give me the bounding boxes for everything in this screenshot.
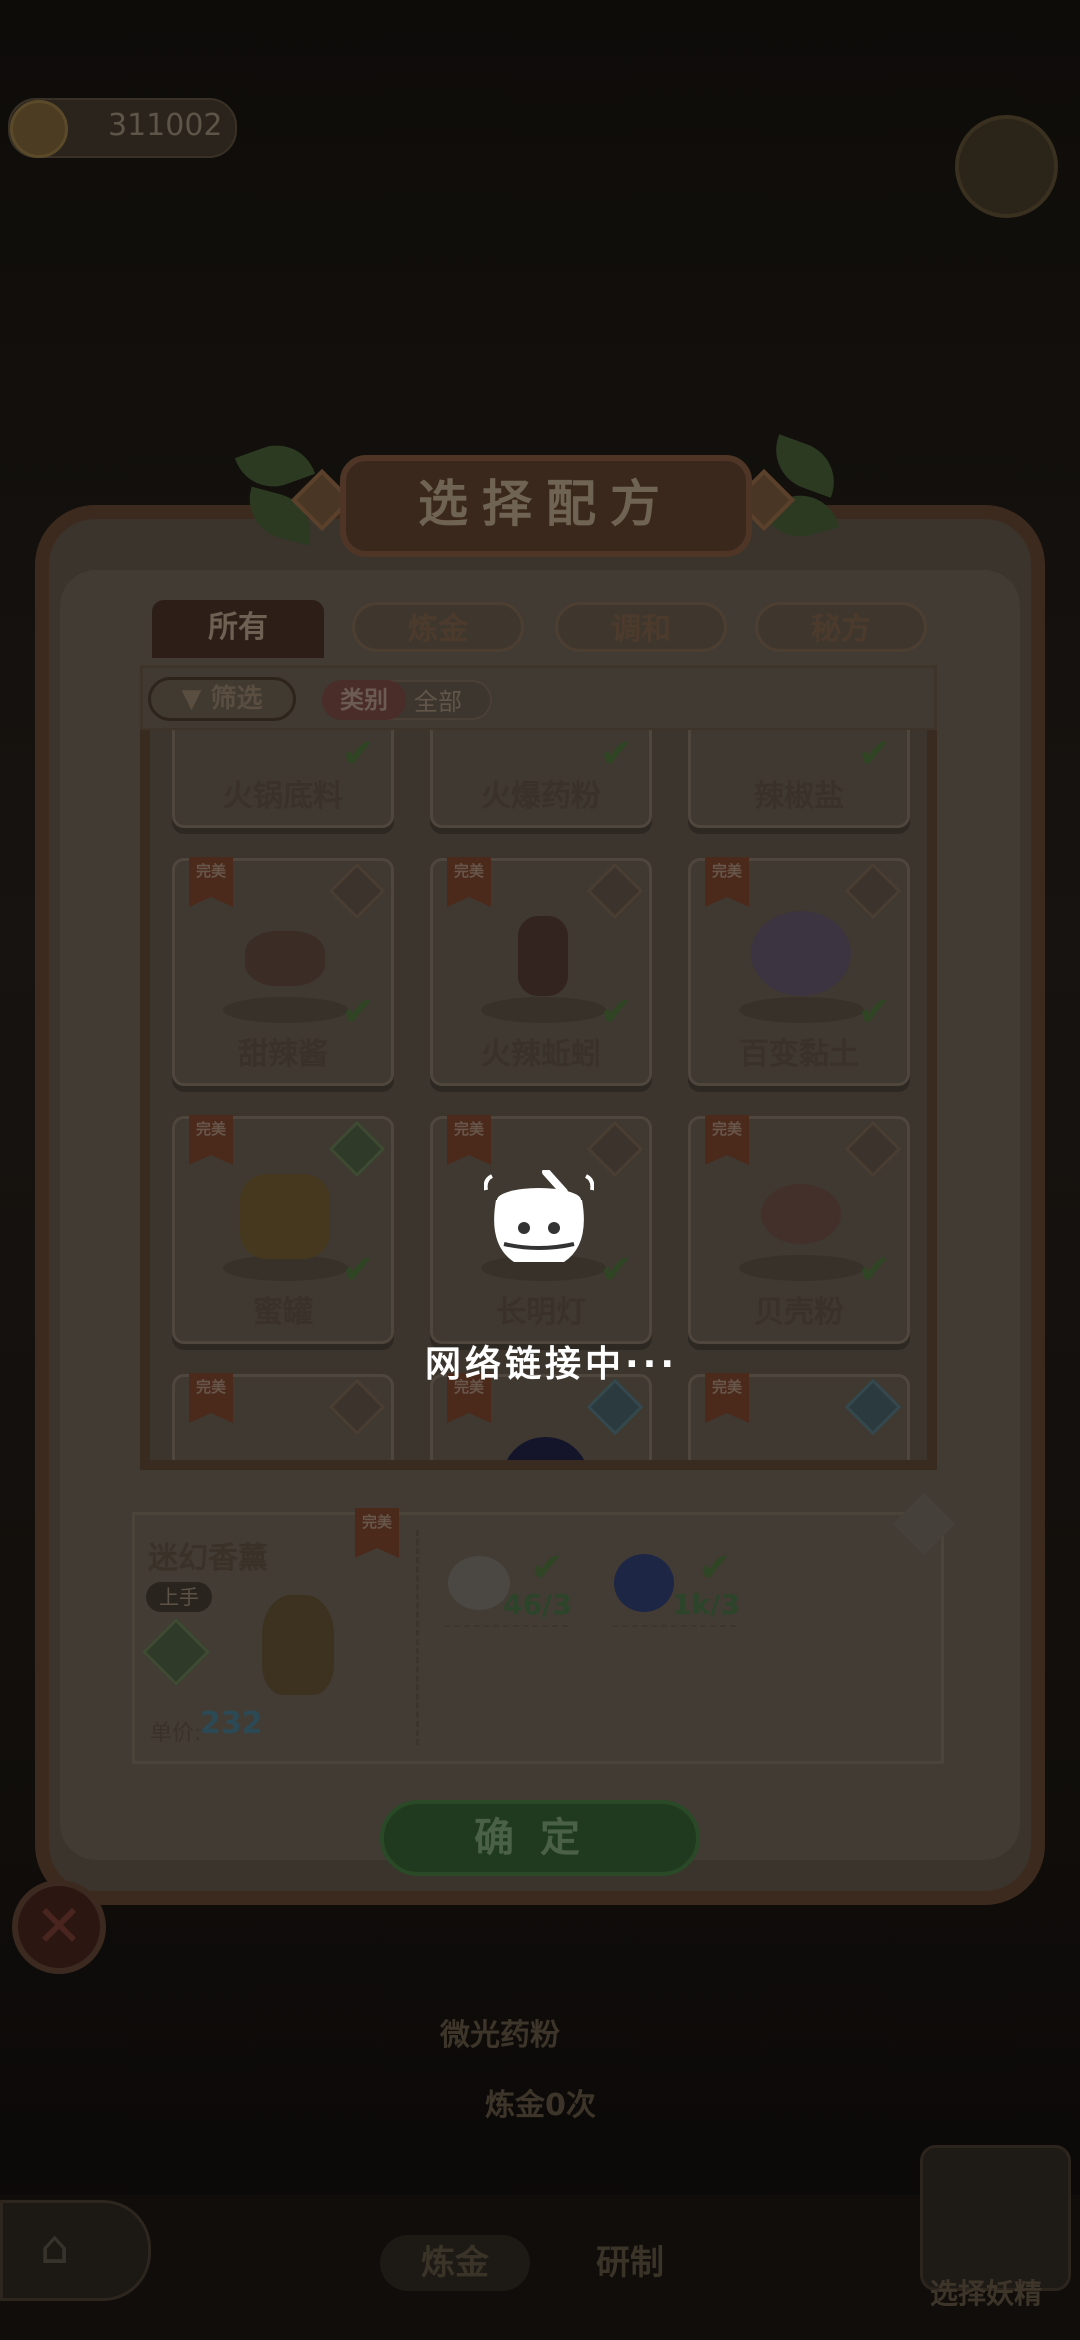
recipe-card[interactable]: 完美 ✔ 甜辣酱 <box>172 857 394 1086</box>
dialog-title: 选择配方 <box>340 455 752 557</box>
home-icon: ⌂ <box>40 2220 70 2274</box>
tab-all[interactable]: 所有 <box>152 600 324 658</box>
recipe-name: 甜辣酱 <box>238 1037 328 1072</box>
recipe-name: 辣椒盐 <box>754 779 844 814</box>
perfect-badge: 完美 <box>705 1373 749 1423</box>
bottom-tab-alchemy[interactable]: 炼金 <box>380 2235 530 2291</box>
price-label: 单价: <box>150 1721 202 1746</box>
loading-pot-icon <box>484 1170 594 1262</box>
recipe-name: 火辣蚯蚓 <box>481 1037 601 1072</box>
orb-icon <box>503 1437 588 1460</box>
price-value: 232 <box>200 1706 263 1741</box>
item-shadow <box>481 997 606 1023</box>
check-icon: ✔ <box>698 1545 732 1591</box>
cotton-material-icon <box>448 1556 510 1610</box>
recipe-card[interactable]: ✔ 辣椒盐 <box>688 730 910 828</box>
wood-element-icon <box>328 1120 386 1178</box>
earth-element-icon <box>844 862 902 920</box>
alchemy-count: 炼金0次 <box>485 2088 596 2123</box>
recipe-card[interactable]: 完美 <box>430 1373 652 1460</box>
incense-burner-icon <box>262 1595 334 1695</box>
perfect-badge: 完美 <box>189 1373 233 1423</box>
perfect-badge: 完美 <box>447 1115 491 1165</box>
category-value: 全部 <box>414 688 462 716</box>
sauce-icon <box>245 931 325 986</box>
recipe-name: 长明灯 <box>496 1295 586 1330</box>
item-shadow <box>739 1255 864 1281</box>
perfect-badge: 完美 <box>189 1115 233 1165</box>
recipe-name: 火爆药粉 <box>481 779 601 814</box>
recipe-card[interactable]: 完美 ✔ 贝壳粉 <box>688 1115 910 1344</box>
recipe-card[interactable]: ✔ 火爆药粉 <box>430 730 652 828</box>
check-icon: ✔ <box>530 1545 564 1591</box>
material-qty: 1k/3 <box>672 1588 740 1621</box>
bear-clay-icon <box>751 911 851 996</box>
coin-icon <box>10 100 68 158</box>
detail-divider <box>416 1530 419 1745</box>
category-label: 类别 <box>322 680 406 720</box>
worm-icon <box>518 916 568 996</box>
recipe-card[interactable]: ✔ 火锅底料 <box>172 730 394 828</box>
item-shadow <box>739 997 864 1023</box>
close-button[interactable]: ✕ <box>12 1880 106 1974</box>
material-underline <box>612 1625 736 1627</box>
tab-alchemy[interactable]: 炼金 <box>352 602 524 652</box>
recipe-card[interactable]: 完美 ✔ 百变黏土 <box>688 857 910 1086</box>
funnel-icon: ▼ <box>181 684 202 714</box>
fire-element-icon <box>586 862 644 920</box>
recipe-name: 贝壳粉 <box>754 1295 844 1330</box>
close-icon: ✕ <box>34 1892 84 1960</box>
blue-material-icon <box>614 1554 674 1612</box>
coin-amount: 311002 <box>108 108 223 143</box>
perfect-badge: 完美 <box>447 857 491 907</box>
fire-element-icon <box>328 1378 386 1436</box>
pick-demon-button[interactable] <box>920 2145 1071 2291</box>
proficiency-tag: 上手 <box>146 1582 212 1612</box>
water-element-icon <box>844 1378 902 1436</box>
confirm-button[interactable]: 确定 <box>380 1800 700 1876</box>
recipe-card[interactable]: 完美 <box>688 1373 910 1460</box>
bottom-bar <box>0 2195 1080 2340</box>
pick-demon-label: 选择妖精 <box>930 2277 1043 2310</box>
background-potion-name: 微光药粉 <box>440 2018 560 2053</box>
material-qty: 46/3 <box>503 1588 572 1621</box>
perfect-badge: 完美 <box>189 857 233 907</box>
recipe-card[interactable]: 完美 <box>172 1373 394 1460</box>
tab-blend[interactable]: 调和 <box>555 602 727 652</box>
perfect-badge: 完美 <box>705 857 749 907</box>
recipe-card[interactable]: 完美 ✔ 蜜罐 <box>172 1115 394 1344</box>
shell-powder-icon <box>761 1184 841 1244</box>
bottom-tab-research[interactable]: 研制 <box>555 2235 705 2291</box>
sprout-button[interactable] <box>955 115 1058 218</box>
recipe-name: 百变黏土 <box>739 1037 859 1072</box>
earth-element-icon <box>844 1120 902 1178</box>
filter-button[interactable]: ▼ 筛选 <box>148 677 296 721</box>
fire-element-icon <box>328 862 386 920</box>
honey-jar-icon <box>240 1174 330 1259</box>
recipe-name: 火锅底料 <box>223 779 343 814</box>
material-underline <box>444 1625 568 1627</box>
water-element-icon <box>586 1378 644 1436</box>
recipe-name: 蜜罐 <box>253 1295 313 1330</box>
tab-secret[interactable]: 秘方 <box>755 602 927 652</box>
loading-text: 网络链接中··· <box>425 1344 679 1385</box>
item-shadow <box>223 997 348 1023</box>
perfect-badge: 完美 <box>705 1115 749 1165</box>
selected-recipe-name: 迷幻香薰 <box>148 1541 268 1576</box>
recipe-card[interactable]: 完美 ✔ 火辣蚯蚓 <box>430 857 652 1086</box>
fire-element-icon <box>586 1120 644 1178</box>
filter-label: 筛选 <box>210 684 263 714</box>
